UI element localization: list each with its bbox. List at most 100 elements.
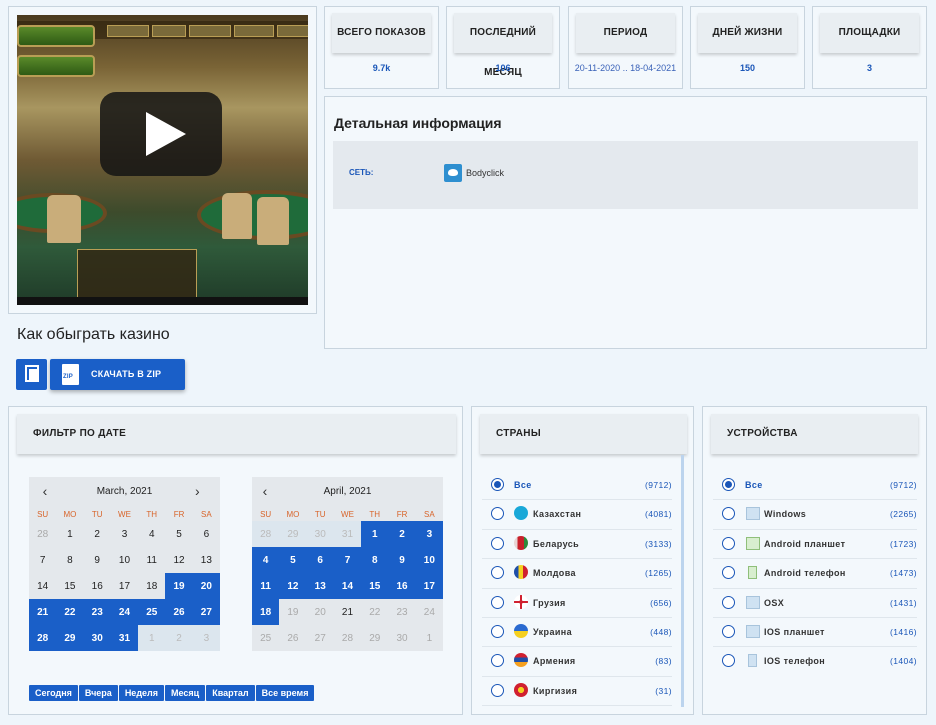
device-item-osx[interactable]: OSX (1431) [713, 589, 917, 618]
country-item-kyrgyzstan[interactable]: Киргизия (31) [482, 677, 672, 707]
calendar-day[interactable]: 9 [388, 547, 416, 573]
calendar-day[interactable]: 31 [110, 625, 139, 651]
country-item-kazakhstan[interactable]: Казахстан (4081) [482, 500, 672, 530]
calendar-day[interactable]: 1 [56, 521, 83, 547]
calendar-day[interactable]: 5 [279, 547, 307, 573]
calendar-day[interactable]: 24 [110, 599, 139, 625]
calendar-day[interactable]: 2 [84, 521, 111, 547]
calendar-day[interactable]: 8 [361, 547, 389, 573]
calendar-day[interactable]: 7 [333, 547, 362, 573]
calendar-day[interactable]: 29 [361, 625, 388, 651]
calendar-day[interactable]: 18 [252, 599, 280, 625]
device-item-all[interactable]: Все (9712) [713, 471, 917, 501]
calendar-day[interactable]: 3 [111, 521, 138, 547]
calendar-day[interactable]: 25 [252, 625, 279, 651]
radio-button[interactable] [491, 566, 504, 580]
calendar-day[interactable]: 3 [192, 625, 220, 651]
calendar-day[interactable]: 6 [193, 521, 220, 547]
calendar-day[interactable]: 13 [306, 573, 334, 599]
calendar-day[interactable]: 22 [361, 599, 388, 625]
calendar-day[interactable]: 28 [29, 521, 56, 547]
calendar-day[interactable]: 1 [416, 625, 443, 651]
calendar-day[interactable]: 23 [83, 599, 111, 625]
calendar-day[interactable]: 2 [165, 625, 193, 651]
calendar-day[interactable]: 27 [192, 599, 220, 625]
calendar-day[interactable]: 20 [307, 599, 334, 625]
radio-button[interactable] [491, 478, 504, 491]
calendar-day[interactable]: 18 [138, 573, 165, 599]
radio-button[interactable] [722, 624, 735, 638]
country-item-moldova[interactable]: Молдова (1265) [482, 559, 672, 589]
calendar-day[interactable]: 11 [252, 573, 280, 599]
device-item-ios-phone[interactable]: IOS телефон (1404) [713, 647, 917, 676]
calendar-day[interactable]: 26 [165, 599, 193, 625]
calendar-day[interactable]: 19 [279, 599, 306, 625]
radio-button[interactable] [722, 566, 735, 580]
calendar-day[interactable]: 19 [165, 573, 193, 599]
quick-week-button[interactable]: Неделя [118, 685, 165, 701]
calendar-day[interactable]: 23 [388, 599, 415, 625]
calendar-day[interactable]: 8 [56, 547, 83, 573]
calendar-day[interactable]: 17 [415, 573, 443, 599]
calendar-day[interactable]: 27 [307, 625, 334, 651]
calendar-day[interactable]: 11 [138, 547, 165, 573]
calendar-day[interactable]: 15 [56, 573, 83, 599]
calendar-day[interactable]: 2 [388, 521, 416, 547]
device-item-windows[interactable]: Windows (2265) [713, 500, 917, 530]
calendar-day[interactable]: 24 [416, 599, 443, 625]
copy-button[interactable] [16, 359, 47, 390]
radio-button[interactable] [491, 595, 504, 609]
calendar-day[interactable]: 22 [56, 599, 84, 625]
calendar-day[interactable]: 9 [84, 547, 111, 573]
country-item-ukraine[interactable]: Украина (448) [482, 618, 672, 648]
calendar-day[interactable]: 17 [111, 573, 138, 599]
calendar-day[interactable]: 16 [84, 573, 111, 599]
country-item-belarus[interactable]: Беларусь (3133) [482, 530, 672, 560]
calendar-day[interactable]: 15 [361, 573, 389, 599]
calendar-day[interactable]: 21 [334, 599, 361, 625]
calendar-day[interactable]: 12 [279, 573, 307, 599]
calendar-day[interactable]: 10 [415, 547, 443, 573]
calendar-day[interactable]: 4 [138, 521, 165, 547]
radio-button[interactable] [722, 478, 735, 491]
radio-button[interactable] [722, 507, 735, 521]
quick-month-button[interactable]: Месяц [165, 685, 206, 701]
prev-month-icon[interactable]: ‹ [255, 477, 275, 505]
quick-yesterday-button[interactable]: Вчера [78, 685, 118, 701]
countries-scrollbar[interactable] [681, 455, 684, 707]
calendar-day[interactable]: 14 [29, 573, 56, 599]
calendar-day[interactable]: 30 [306, 521, 334, 547]
calendar-day[interactable]: 30 [83, 625, 111, 651]
calendar-day[interactable]: 12 [165, 547, 192, 573]
calendar-day[interactable]: 26 [279, 625, 306, 651]
radio-button[interactable] [491, 683, 504, 697]
radio-button[interactable] [491, 624, 504, 638]
download-zip-button[interactable]: СКАЧАТЬ В ZIP [50, 359, 185, 390]
quick-quarter-button[interactable]: Квартал [206, 685, 255, 701]
calendar-day[interactable]: 20 [192, 573, 220, 599]
calendar-day[interactable]: 6 [306, 547, 334, 573]
country-item-all[interactable]: Все (9712) [482, 471, 672, 501]
calendar-day[interactable]: 28 [29, 625, 57, 651]
next-month-icon[interactable]: › [195, 483, 200, 499]
calendar-day[interactable]: 5 [165, 521, 192, 547]
calendar-day[interactable]: 1 [138, 625, 166, 651]
calendar-day[interactable]: 31 [333, 521, 362, 547]
calendar-day[interactable]: 21 [29, 599, 57, 625]
play-icon[interactable] [100, 92, 222, 176]
device-item-ios-tablet[interactable]: IOS планшет (1416) [713, 618, 917, 648]
calendar-day[interactable]: 29 [56, 625, 84, 651]
radio-button[interactable] [491, 654, 504, 668]
calendar-day[interactable]: 13 [193, 547, 220, 573]
calendar-day[interactable]: 14 [333, 573, 362, 599]
calendar-day[interactable]: 28 [252, 521, 280, 547]
calendar-day[interactable]: 25 [138, 599, 166, 625]
calendar-day[interactable]: 30 [388, 625, 415, 651]
prev-month-icon[interactable]: ‹ [35, 477, 55, 505]
quick-today-button[interactable]: Сегодня [29, 685, 78, 701]
radio-button[interactable] [491, 507, 504, 521]
calendar-day[interactable]: 29 [279, 521, 307, 547]
calendar-day[interactable]: 3 [415, 521, 443, 547]
calendar-day[interactable]: 10 [111, 547, 138, 573]
device-item-android-tablet[interactable]: Android планшет (1723) [713, 530, 917, 560]
